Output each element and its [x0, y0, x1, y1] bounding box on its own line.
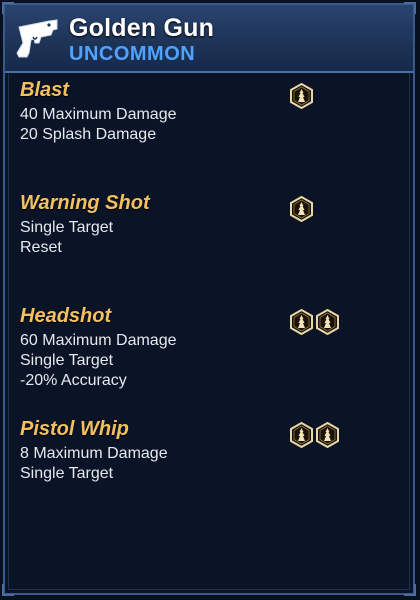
ability-entry: Pistol Whip 8 Maximum Damage Single Target — [20, 418, 400, 484]
item-tooltip-card: Golden Gun UNCOMMON Blast 40 Maximum Dama… — [2, 2, 416, 596]
item-rarity: UNCOMMON — [69, 43, 196, 65]
ability-stat-line: 8 Maximum Damage — [20, 445, 168, 462]
ability-stat-line: Reset — [20, 239, 62, 256]
ability-stat-line: Single Target — [20, 219, 114, 236]
action-point-cost — [289, 309, 340, 335]
action-point-cost — [289, 196, 314, 222]
action-point-cost — [289, 422, 340, 448]
ability-entry: Warning Shot Single Target Reset — [20, 192, 400, 258]
action-point-icon — [290, 422, 313, 448]
ability-entry: Blast 40 Maximum Damage 20 Splash Damage — [20, 79, 400, 145]
corner-ornament — [404, 584, 416, 596]
action-point-icon — [290, 309, 313, 335]
ability-entry: Headshot 60 Maximum Damage Single Target -2… — [20, 305, 400, 391]
action-point-icon — [290, 83, 313, 109]
ability-stat-line: Single Target — [20, 352, 114, 369]
item-header: Golden Gun UNCOMMON — [5, 5, 413, 73]
corner-ornament — [2, 584, 14, 596]
ability-stat-line: 60 Maximum Damage — [20, 332, 177, 349]
action-point-cost — [289, 83, 314, 109]
action-point-icon — [316, 422, 339, 448]
item-name: Golden Gun — [69, 14, 215, 42]
ability-stat-line: Single Target — [20, 465, 114, 482]
ability-name: Warning Shot — [20, 192, 150, 214]
action-point-icon — [316, 309, 339, 335]
ability-name: Blast — [20, 79, 69, 101]
action-point-icon — [290, 196, 313, 222]
ability-name: Pistol Whip — [20, 418, 129, 440]
ability-stat-line: -20% Accuracy — [20, 372, 127, 389]
pistol-icon — [16, 19, 58, 58]
ability-stat-line: 40 Maximum Damage — [20, 106, 177, 123]
ability-stat-line: 20 Splash Damage — [20, 126, 157, 143]
ability-name: Headshot — [20, 305, 112, 327]
